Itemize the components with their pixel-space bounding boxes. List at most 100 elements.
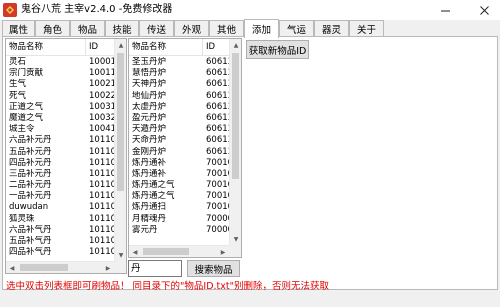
close-button[interactable] — [473, 0, 495, 20]
list-item[interactable]: 宗门贡献 10011 — [6, 68, 116, 79]
list-item[interactable]: 月精魂丹 700003 — [129, 214, 231, 225]
item-id: 10022 — [89, 90, 116, 101]
list-item[interactable]: 天神丹炉 606131 — [129, 79, 231, 90]
scroll-right-icon[interactable]: ▶ — [217, 246, 229, 257]
tab-artifact-spirit[interactable]: 器灵 — [314, 20, 349, 37]
item-name: 六品补气丹 — [9, 224, 52, 235]
item-name: 月精魂丹 — [132, 213, 167, 224]
column-header-id[interactable]: ID — [203, 39, 231, 56]
item-id: 10001 — [89, 57, 116, 67]
scroll-left-icon[interactable]: ◀ — [6, 262, 18, 273]
scroll-up-icon[interactable]: ▲ — [230, 39, 241, 51]
get-new-item-id-button[interactable]: 获取新物品ID — [246, 40, 309, 59]
item-name: 太虚丹炉 — [132, 101, 167, 112]
tab-attributes[interactable]: 属性 — [2, 20, 35, 37]
right-horizontal-scrollbar[interactable]: ◀ ▶ — [129, 245, 229, 257]
item-name: 圣玉丹炉 — [132, 57, 167, 67]
list-item[interactable]: 金刚丹炉 606131 — [129, 147, 231, 158]
list-item[interactable]: 炼丹通之气 700101 — [129, 180, 231, 191]
list-item[interactable]: 二品补元丹 101101 — [6, 180, 116, 191]
item-id: 10031 — [89, 101, 116, 112]
scroll-right-icon[interactable]: ▶ — [102, 262, 114, 273]
scroll-down-icon[interactable]: ▼ — [115, 249, 126, 261]
list-item[interactable]: 生气 10021 — [6, 79, 116, 90]
left-vertical-scrollbar[interactable]: ▲ ▼ — [114, 39, 126, 261]
tab-fortune[interactable]: 气运 — [279, 20, 314, 37]
tab-add[interactable]: 添加 — [244, 19, 279, 38]
item-name: 灵石 — [9, 57, 27, 67]
left-list-rows: 灵石 10001 宗门贡献 10011 生气 10021 死气 10022 正道之气 10031 魔… — [6, 57, 116, 258]
list-item[interactable]: 一品补元丹 101101 — [6, 191, 116, 202]
right-item-list[interactable]: 物品名称 ID 圣玉丹炉606131慧悟丹炉606131天神丹炉606131地仙… — [128, 38, 242, 258]
scroll-thumb[interactable] — [117, 53, 124, 191]
column-header-id[interactable]: ID — [86, 39, 116, 56]
item-id: 101101 — [89, 157, 116, 168]
list-item[interactable]: 五品补元丹 101101 — [6, 147, 116, 158]
tab-appearance[interactable]: 外观 — [174, 20, 209, 37]
search-item-button[interactable]: 搜索物品 — [187, 260, 240, 277]
column-header-name[interactable]: 物品名称 — [6, 39, 86, 56]
list-item[interactable]: 三品补元丹 101101 — [6, 169, 116, 180]
list-item[interactable]: 死气 10022 — [6, 91, 116, 102]
list-item[interactable]: 圣玉丹炉 606131 — [129, 57, 231, 68]
list-item[interactable]: 灵石 10001 — [6, 57, 116, 68]
list-item[interactable]: 狐灵珠 101102 — [6, 214, 116, 225]
scroll-thumb[interactable] — [232, 53, 239, 179]
list-item[interactable]: 五品补气丹 101102 — [6, 236, 116, 247]
list-item[interactable]: 四品补气丹 101102 — [6, 247, 116, 258]
tab-skills[interactable]: 技能 — [105, 20, 139, 37]
minimize-button[interactable] — [434, 0, 456, 20]
item-id: 10032 — [89, 112, 116, 123]
item-id: 606131 — [206, 90, 231, 101]
list-item[interactable]: 盈元丹炉 606131 — [129, 113, 231, 124]
minimize-icon — [440, 10, 450, 11]
item-name: 五品补元丹 — [9, 146, 52, 157]
item-id: 606131 — [206, 135, 231, 146]
list-item[interactable]: 地仙丹炉 606131 — [129, 91, 231, 102]
tab-other[interactable]: 其他 — [209, 20, 244, 37]
item-name: 炼丹通补 — [132, 157, 167, 168]
left-list-header: 物品名称 ID — [6, 39, 116, 56]
list-item[interactable]: 炼丹通补 700101 — [129, 169, 231, 180]
list-item[interactable]: 正道之气 10031 — [6, 102, 116, 113]
list-item[interactable]: 四品补元丹 101101 — [6, 158, 116, 169]
scroll-thumb[interactable] — [20, 264, 68, 271]
tab-items[interactable]: 物品 — [70, 20, 105, 37]
item-id: 10011 — [89, 68, 116, 79]
left-item-list[interactable]: 物品名称 ID 灵石 10001 宗门贡献 10011 生气 10021 死气 10022 正道… — [5, 38, 127, 274]
scroll-thumb[interactable] — [143, 248, 189, 255]
list-item[interactable]: 炼丹通补 700101 — [129, 158, 231, 169]
list-item[interactable]: 天遁丹炉 606131 — [129, 124, 231, 135]
right-vertical-scrollbar[interactable]: ▲ ▼ — [229, 39, 241, 245]
item-id: 700101 — [206, 168, 231, 179]
list-item[interactable]: 慧悟丹炉 606131 — [129, 68, 231, 79]
item-id: 101101 — [89, 191, 116, 202]
tab-about[interactable]: 关于 — [349, 20, 384, 37]
search-input[interactable]: 丹 — [128, 260, 182, 277]
scroll-up-icon[interactable]: ▲ — [115, 39, 126, 51]
scroll-left-icon[interactable]: ◀ — [129, 246, 141, 257]
tab-teleport[interactable]: 传送 — [139, 20, 174, 37]
close-icon — [479, 5, 489, 15]
left-horizontal-scrollbar[interactable]: ◀ ▶ — [6, 261, 114, 273]
list-item[interactable]: 城主令 10041 — [6, 124, 116, 135]
item-name: 雾元丹 — [132, 224, 158, 235]
item-name: 一品补元丹 — [9, 191, 52, 202]
column-header-name[interactable]: 物品名称 — [129, 39, 203, 56]
tab-character[interactable]: 角色 — [35, 20, 70, 37]
list-item[interactable]: 雾元丹 700003 — [129, 225, 231, 236]
item-name: 慧悟丹炉 — [132, 68, 167, 79]
list-item[interactable]: 六品补元丹 101101 — [6, 135, 116, 146]
scroll-down-icon[interactable]: ▼ — [230, 233, 241, 245]
item-id: 700003 — [206, 213, 231, 224]
list-item[interactable]: 炼丹通之气 700102 — [129, 191, 231, 202]
item-name: 地仙丹炉 — [132, 90, 167, 101]
list-item[interactable]: 太虚丹炉 606131 — [129, 102, 231, 113]
list-item[interactable]: 天命丹炉 606131 — [129, 135, 231, 146]
list-item[interactable]: 炼丹通扫 700102 — [129, 202, 231, 213]
item-name: 城主令 — [9, 124, 35, 135]
list-item[interactable]: 魔道之气 10032 — [6, 113, 116, 124]
list-item[interactable]: duwudan 101102 — [6, 202, 116, 213]
list-item[interactable]: 六品补气丹 101102 — [6, 225, 116, 236]
item-id: 101101 — [89, 135, 116, 146]
